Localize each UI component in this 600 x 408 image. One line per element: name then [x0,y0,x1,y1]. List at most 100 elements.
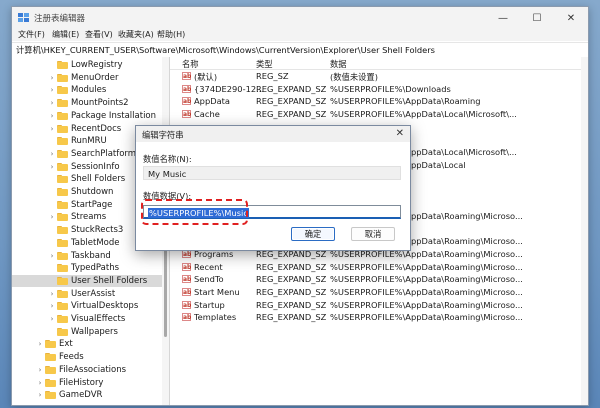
tree-item-label: User Shell Folders [71,275,148,286]
tree-item[interactable]: › FileAssociations [12,364,162,376]
tree-item-label: SearchPlatform [71,148,137,159]
string-value-icon: ab [182,97,192,106]
value-name: Templates [194,312,237,323]
list-header: 名称 类型 数据 [170,57,588,70]
chevron-right-icon[interactable]: › [36,366,44,374]
value-row[interactable]: ab {374DE290-12... REG_EXPAND_SZ %USERPROFI… [170,83,588,95]
folder-icon [57,86,68,95]
value-row[interactable]: ab Start Menu REG_EXPAND_SZ %USERPROFILE%\A… [170,286,588,298]
string-value-icon: ab [182,300,192,309]
chevron-right-icon[interactable]: › [48,213,56,221]
folder-icon [57,111,68,120]
menu-view[interactable]: 查看(V) [85,29,113,40]
chevron-right-icon[interactable]: › [48,86,56,94]
tree-item-label: Taskband [71,250,111,261]
value-data: %USERPROFILE%\AppData\Roaming\Microso... [330,299,523,310]
value-name-field: My Music [143,166,401,180]
folder-icon [45,378,56,387]
value-row[interactable]: ab AppData REG_EXPAND_SZ %USERPROFILE%\AppD… [170,95,588,107]
folder-icon [57,99,68,108]
value-type: REG_EXPAND_SZ [256,274,327,285]
chevron-right-icon[interactable]: › [48,74,56,82]
tree-item[interactable]: › Ext [12,338,162,350]
tree-item[interactable]: › MountPoints2 [12,97,162,109]
tree-item-label: Wallpapers [71,326,118,337]
tree-item[interactable]: Feeds [12,351,162,363]
value-data: %USERPROFILE%\Downloads [330,83,451,94]
tree-item[interactable]: › FileHistory [12,377,162,389]
tree-item[interactable]: › VisualEffects [12,313,162,325]
chevron-right-icon[interactable]: › [48,302,56,310]
chevron-right-icon[interactable]: › [48,112,56,120]
cancel-button[interactable]: 取消 [351,227,395,241]
minimize-button[interactable]: — [486,7,520,29]
tree-item[interactable]: › Modules [12,84,162,96]
value-data: %USERPROFILE%\AppData\Roaming\Microso... [330,261,523,272]
column-header-name[interactable]: 名称 [182,58,199,70]
chevron-right-icon[interactable]: › [36,379,44,387]
ok-button[interactable]: 确定 [291,227,335,241]
maximize-button[interactable]: ☐ [520,7,554,29]
value-row[interactable]: ab Cache REG_EXPAND_SZ %USERPROFILE%\AppDat… [170,108,588,120]
window-title: 注册表编辑器 [34,14,86,24]
dialog-close-button[interactable]: ✕ [396,128,404,139]
chevron-right-icon[interactable]: › [48,315,56,323]
chevron-right-icon[interactable]: › [48,150,56,158]
tree-item[interactable]: › GameDVR [12,389,162,401]
tree-item[interactable]: TypedPaths [12,262,162,274]
column-header-type[interactable]: 类型 [256,58,273,70]
value-name: Recent [194,261,223,272]
value-type: REG_EXPAND_SZ [256,312,327,323]
tree-item-label: GameDVR [59,390,103,401]
address-path[interactable]: 计算机\HKEY_CURRENT_USER\Software\Microsoft… [16,44,435,56]
column-header-data[interactable]: 数据 [330,58,347,70]
tree-item[interactable]: User Shell Folders [12,274,162,287]
chevron-right-icon[interactable]: › [36,340,44,348]
address-bar[interactable]: 计算机\HKEY_CURRENT_USER\Software\Microsoft… [12,42,588,58]
highlight-annotation [141,199,248,225]
tree-item[interactable]: › Taskband [12,250,162,262]
tree-item[interactable]: › Package Installation [12,110,162,122]
value-type: REG_EXPAND_SZ [256,261,327,272]
menu-help[interactable]: 帮助(H) [157,29,185,40]
string-value-icon: ab [182,275,192,284]
folder-icon [57,327,68,336]
chevron-right-icon[interactable]: › [48,252,56,260]
value-type: REG_EXPAND_SZ [256,299,327,310]
folder-icon [57,188,68,196]
tree-item[interactable]: › VirtualDesktops [12,300,162,312]
value-row[interactable]: ab (默认) REG_SZ (数值未设置) [170,70,588,82]
value-name: Cache [194,109,220,120]
value-data: %USERPROFILE%\AppData\Roaming\Microso... [330,274,523,285]
folder-icon [57,315,68,323]
close-button[interactable]: ✕ [554,7,588,29]
value-type: REG_EXPAND_SZ [256,109,327,120]
list-scrollbar[interactable] [581,57,588,405]
chevron-right-icon[interactable]: › [36,391,44,399]
string-value-icon: ab [182,262,192,271]
menu-file[interactable]: 文件(F) [18,29,45,40]
value-name-text: My Music [148,169,187,179]
string-value-icon: ab [182,84,192,93]
value-row[interactable]: ab SendTo REG_EXPAND_SZ %USERPROFILE%\AppDa… [170,273,588,285]
chevron-right-icon[interactable]: › [48,163,56,171]
chevron-right-icon[interactable]: › [48,99,56,107]
chevron-right-icon[interactable]: › [48,125,56,133]
title-bar: 注册表编辑器 — ☐ ✕ [12,7,588,29]
folder-icon [57,264,68,273]
value-row[interactable]: ab Startup REG_EXPAND_SZ %USERPROFILE%\AppD… [170,299,588,311]
tree-item[interactable]: › UserAssist [12,288,162,300]
value-type: REG_EXPAND_SZ [256,96,327,107]
value-row[interactable]: ab Recent REG_EXPAND_SZ %USERPROFILE%\AppDa… [170,261,588,273]
edit-string-dialog: 编辑字符串 ✕ 数值名称(N): My Music 数值数据(V): %USER… [135,125,411,251]
tree-item[interactable]: Wallpapers [12,326,162,338]
chevron-right-icon[interactable]: › [48,290,56,298]
tree-item[interactable]: LowRegistry [12,59,162,71]
tree-item-label: FileAssociations [59,364,127,375]
menu-favorites[interactable]: 收藏夹(A) [118,29,154,40]
menu-edit[interactable]: 编辑(E) [52,29,79,40]
value-row[interactable]: ab Templates REG_EXPAND_SZ %USERPROFILE%\Ap… [170,311,588,323]
tree-item-label: Ext [59,339,73,350]
tree-item[interactable]: › MenuOrder [12,72,162,84]
value-name: {374DE290-12... [194,83,265,94]
